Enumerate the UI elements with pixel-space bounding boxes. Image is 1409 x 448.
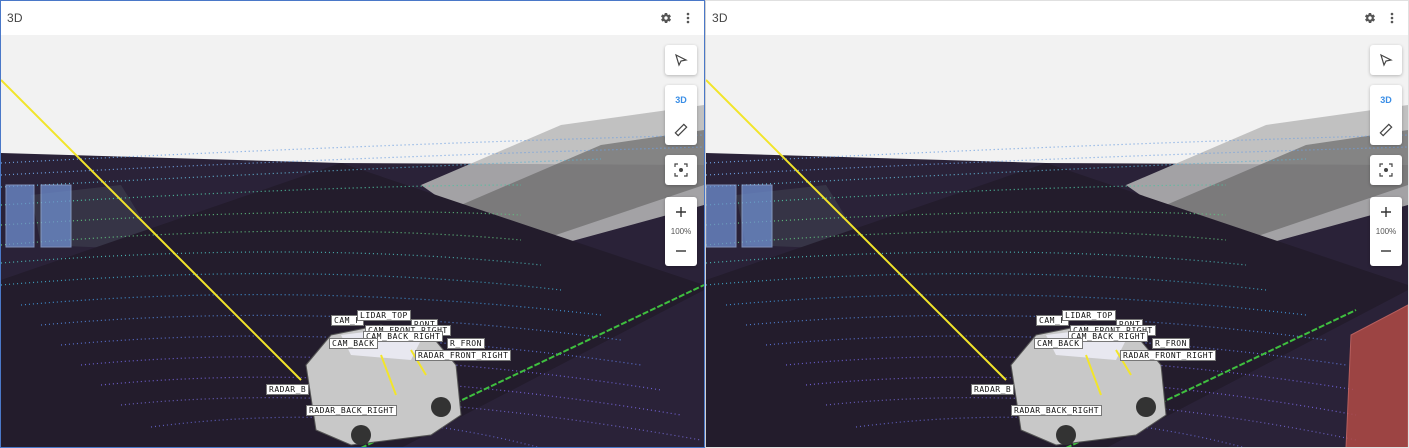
zoom-out-button[interactable]: [665, 236, 697, 266]
panel-toolbar: 3D: [706, 1, 1408, 35]
zoom-out-button[interactable]: [1370, 236, 1402, 266]
frame-label-radar-front-right: RADAR_FRONT_RIGHT: [415, 350, 512, 361]
frame-label-cam-back: CAM_BACK: [329, 338, 378, 349]
3d-panel-left: 3D CAM_F LIDAR_TOP CAM_BACK_RIGHT CAM_BA…: [0, 0, 705, 448]
focus-target-icon: [1379, 163, 1393, 177]
ruler-icon: [674, 123, 688, 137]
lidar-scene: [706, 35, 1408, 447]
select-tool-group: [665, 45, 697, 75]
zoom-level: 100%: [670, 227, 692, 236]
cursor-arrow-icon: [1380, 53, 1393, 67]
3d-viewport[interactable]: CAM_F LIDAR_TOP RONT CAM_FRONT_RIGHT CAM…: [706, 35, 1408, 447]
measure-button[interactable]: [1370, 115, 1402, 145]
focus-button[interactable]: [665, 155, 697, 185]
frame-label-radar-front-partial: R_FRON: [1152, 338, 1190, 349]
panel-title: 3D: [712, 11, 728, 25]
kebab-menu-icon[interactable]: [680, 10, 696, 26]
select-tool-group: [1370, 45, 1402, 75]
plus-icon: [1381, 207, 1391, 217]
frame-label-lidar-top: LIDAR_TOP: [1062, 310, 1116, 321]
minus-icon: [1381, 250, 1391, 252]
minus-icon: [676, 250, 686, 252]
plus-icon: [676, 207, 686, 217]
lidar-scene: [1, 35, 704, 447]
zoom-level: 100%: [1375, 227, 1397, 236]
gear-icon[interactable]: [658, 10, 674, 26]
focus-group: [665, 155, 697, 185]
3d-mode-toggle[interactable]: 3D: [665, 85, 697, 115]
panel-title: 3D: [7, 11, 23, 25]
frame-label-cam-back: CAM_BACK: [1034, 338, 1083, 349]
ruler-icon: [1379, 123, 1393, 137]
gear-icon[interactable]: [1362, 10, 1378, 26]
panel-toolbar: 3D: [1, 1, 704, 35]
3d-mode-toggle[interactable]: 3D: [1370, 85, 1402, 115]
kebab-menu-icon[interactable]: [1384, 10, 1400, 26]
frame-label-radar-back-right: RADAR_BACK_RIGHT: [306, 405, 398, 416]
frame-label-radar-front-partial: R_FRON: [447, 338, 485, 349]
zoom-group: 100%: [1370, 197, 1402, 266]
3d-viewport[interactable]: CAM_F LIDAR_TOP RONT CAM_FRONT_RIGHT CAM…: [1, 35, 704, 447]
measure-button[interactable]: [665, 115, 697, 145]
focus-group: [1370, 155, 1402, 185]
view-mode-group: 3D: [665, 85, 697, 145]
select-button[interactable]: [665, 45, 697, 75]
3d-panel-right: 3D CAM_F LIDAR_TOP CAM_BACK_RIGHT CAM_BA…: [705, 0, 1409, 448]
zoom-in-button[interactable]: [1370, 197, 1402, 227]
cursor-arrow-icon: [675, 53, 688, 67]
focus-target-icon: [674, 163, 688, 177]
frame-label-radar-back: RADAR_B: [971, 384, 1015, 395]
zoom-in-button[interactable]: [665, 197, 697, 227]
frame-label-radar-back-right: RADAR_BACK_RIGHT: [1011, 405, 1103, 416]
frame-label-lidar-top: LIDAR_TOP: [357, 310, 411, 321]
frame-label-radar-back: RADAR_B: [266, 384, 310, 395]
select-button[interactable]: [1370, 45, 1402, 75]
frame-label-radar-front-right: RADAR_FRONT_RIGHT: [1120, 350, 1217, 361]
zoom-group: 100%: [665, 197, 697, 266]
view-mode-group: 3D: [1370, 85, 1402, 145]
focus-button[interactable]: [1370, 155, 1402, 185]
